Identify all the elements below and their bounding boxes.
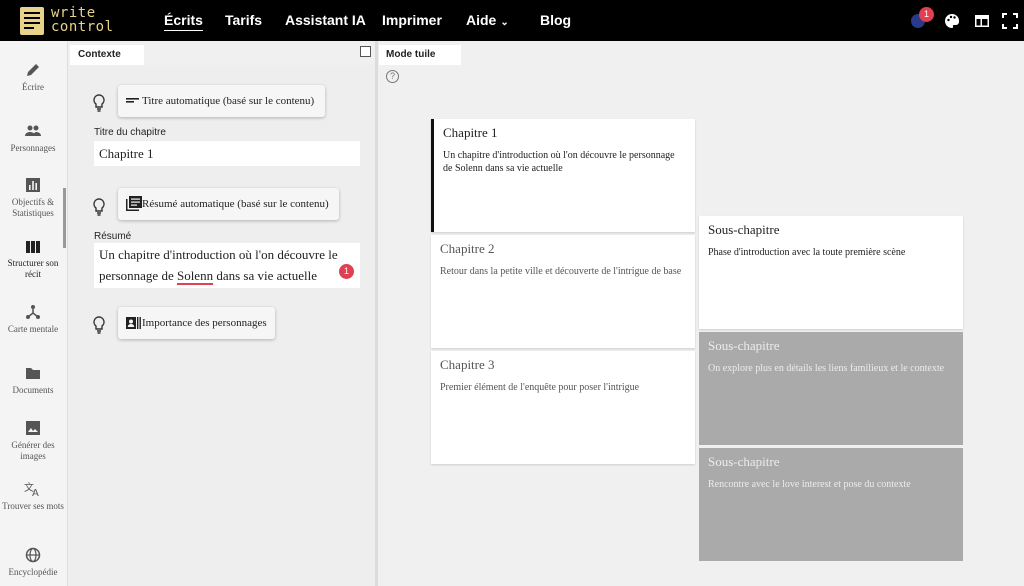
chapter-tile-1[interactable]: Chapitre 1 Un chapitre d'introduction où… bbox=[431, 119, 695, 232]
mind-map-icon bbox=[26, 305, 40, 319]
chapter-tile-2[interactable]: Chapitre 2 Retour dans la petite ville e… bbox=[431, 235, 695, 348]
tile-description: Rencontre avec le love interest et pose … bbox=[708, 479, 911, 490]
tile-title: Sous-chapitre bbox=[708, 222, 780, 237]
chapter-title-field[interactable]: Chapitre 1 bbox=[94, 141, 360, 166]
pencil-icon bbox=[27, 64, 39, 76]
columns-icon bbox=[26, 241, 40, 253]
sidebar-item-label: Carte mentale bbox=[7, 324, 59, 334]
image-icon bbox=[26, 421, 40, 435]
subchapter-tile-2[interactable]: Sous-chapitre On explore plus en détails… bbox=[699, 332, 963, 445]
tile-description: On explore plus en détails les liens fam… bbox=[708, 363, 945, 374]
sidebar-item-documents[interactable]: Documents bbox=[0, 365, 66, 396]
panel-divider[interactable] bbox=[375, 41, 378, 586]
logo-mark-icon bbox=[20, 7, 44, 35]
tile-title: Chapitre 1 bbox=[443, 125, 498, 140]
sidebar-item-label: Structurer son récit bbox=[7, 258, 59, 279]
sidebar-item-generer-images[interactable]: Générer des images bbox=[0, 420, 66, 462]
tile-description: Un chapitre d'introduction où l'on décou… bbox=[443, 150, 675, 174]
sidebar-item-ecrire[interactable]: Écrire bbox=[0, 62, 66, 93]
nav-assistant-ia[interactable]: Assistant IA bbox=[285, 12, 366, 28]
sidebar-item-structurer[interactable]: Structurer son récit bbox=[0, 240, 66, 280]
summary-text-part2: dans sa vie actuelle bbox=[213, 268, 318, 283]
summary-field[interactable]: Un chapitre d'introduction où l'on décou… bbox=[94, 243, 360, 288]
sidebar-item-label: Trouver ses mots bbox=[2, 501, 64, 511]
tile-title: Sous-chapitre bbox=[708, 454, 780, 469]
translate-icon: 文A bbox=[24, 481, 39, 497]
tile-description: Premier élément de l'enquête pour poser … bbox=[440, 382, 640, 393]
tab-mode-tuile[interactable]: Mode tuile bbox=[379, 45, 461, 65]
characters-importance-label: Importance des personnages bbox=[142, 317, 267, 329]
logo-text: write control bbox=[51, 5, 114, 35]
sidebar-item-objectifs[interactable]: Objectifs & Statistiques bbox=[0, 177, 66, 219]
nav-blog[interactable]: Blog bbox=[540, 12, 571, 28]
top-navigation-bar: write control Écrits Tarifs Assistant IA… bbox=[0, 0, 1024, 41]
globe-icon bbox=[25, 547, 41, 563]
chapter-title-label: Titre du chapitre bbox=[94, 127, 166, 138]
nav-tarifs[interactable]: Tarifs bbox=[225, 12, 262, 28]
fullscreen-icon[interactable] bbox=[1001, 12, 1019, 30]
tile-title: Sous-chapitre bbox=[708, 338, 780, 353]
tile-description: Retour dans la petite ville et découvert… bbox=[440, 266, 682, 277]
characters-importance-button[interactable]: Importance des personnages bbox=[118, 307, 275, 339]
people-icon bbox=[25, 125, 41, 136]
sidebar-item-carte-mentale[interactable]: Carte mentale bbox=[0, 304, 66, 335]
sidebar-item-trouver-mots[interactable]: 文A Trouver ses mots bbox=[0, 481, 66, 512]
auto-title-button-label: Titre automatique (basé sur le contenu) bbox=[142, 95, 315, 107]
spelling-issue-badge[interactable]: 1 bbox=[339, 264, 354, 279]
auto-summary-button-label: Résumé automatique (basé sur le contenu) bbox=[142, 198, 329, 210]
layout-icon[interactable] bbox=[973, 12, 991, 30]
chevron-down-icon: ⌄ bbox=[500, 17, 509, 28]
contacts-icon bbox=[126, 317, 141, 329]
tile-title: Chapitre 3 bbox=[440, 357, 495, 372]
app-logo[interactable]: write control bbox=[20, 6, 120, 36]
tab-contexte[interactable]: Contexte bbox=[70, 45, 144, 65]
nav-ecrits[interactable]: Écrits bbox=[164, 12, 203, 28]
lightbulb-icon bbox=[93, 94, 105, 112]
short-text-icon bbox=[126, 98, 139, 103]
auto-summary-button[interactable]: Résumé automatique (basé sur le contenu) bbox=[118, 188, 339, 220]
sidebar-item-label: Documents bbox=[12, 385, 54, 395]
auto-title-button[interactable]: Titre automatique (basé sur le contenu) bbox=[118, 85, 325, 117]
folder-icon bbox=[26, 368, 40, 379]
sidebar-item-label: Personnages bbox=[10, 143, 56, 153]
sidebar-item-label: Générer des images bbox=[11, 440, 55, 461]
notification-badge: 1 bbox=[919, 7, 934, 22]
svg-text:A: A bbox=[32, 488, 39, 497]
misspelled-word[interactable]: Solenn bbox=[177, 268, 213, 283]
sidebar-item-personnages[interactable]: Personnages bbox=[0, 123, 66, 154]
subchapter-tile-1[interactable]: Sous-chapitre Phase d'introduction avec … bbox=[699, 216, 963, 329]
nav-imprimer[interactable]: Imprimer bbox=[382, 12, 442, 28]
summary-label: Résumé bbox=[94, 231, 132, 242]
tile-title: Chapitre 2 bbox=[440, 241, 495, 256]
tile-description: Phase d'introduction avec la toute premi… bbox=[708, 247, 906, 258]
article-icon bbox=[126, 196, 142, 211]
sidebar-item-label: Écrire bbox=[22, 82, 44, 92]
nav-aide-label: Aide bbox=[466, 12, 497, 28]
lightbulb-icon bbox=[93, 198, 105, 216]
nav-aide[interactable]: Aide ⌄ bbox=[466, 12, 509, 28]
subchapter-tile-3[interactable]: Sous-chapitre Rencontre avec le love int… bbox=[699, 448, 963, 561]
palette-icon[interactable] bbox=[943, 12, 961, 30]
help-icon[interactable]: ? bbox=[386, 70, 399, 83]
sidebar-item-encyclopedie[interactable]: Encyclopédie bbox=[0, 547, 66, 578]
sidebar-item-label: Encyclopédie bbox=[8, 567, 58, 577]
lightbulb-icon bbox=[93, 316, 105, 334]
chapter-tile-3[interactable]: Chapitre 3 Premier élément de l'enquête … bbox=[431, 351, 695, 464]
bar-chart-icon bbox=[26, 178, 40, 192]
maximize-panel-icon[interactable] bbox=[360, 46, 371, 57]
sidebar-item-label: Objectifs & Statistiques bbox=[11, 197, 55, 218]
